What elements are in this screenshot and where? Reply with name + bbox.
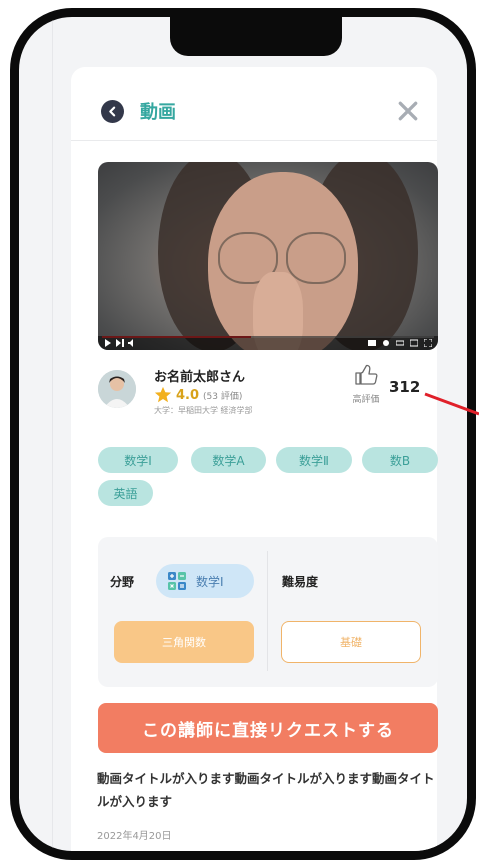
settings-icon[interactable] [382,339,390,347]
video-player[interactable] [98,162,438,350]
theater-icon[interactable] [396,339,404,347]
volume-icon[interactable] [128,339,137,347]
thumbs-up-icon [355,364,378,385]
back-button[interactable] [101,100,124,123]
subject-pill[interactable]: 数学Ⅰ [156,564,254,598]
avatar-image [98,370,136,408]
avatar[interactable] [98,370,136,408]
play-icon[interactable] [104,339,112,347]
header: 動画 [71,67,437,141]
next-icon[interactable] [116,339,124,347]
tag-item[interactable]: 数学Ⅰ [98,447,178,473]
close-button[interactable] [393,96,423,126]
teacher-university: 大学：早稲田大学 経済学部 [154,406,253,415]
panel-divider [267,551,268,671]
video-title: 動画タイトルが入ります動画タイトルが入ります動画タイトルが入ります [97,771,435,809]
tag-item[interactable]: 英語 [98,480,153,506]
tag-item[interactable]: 数学Ⅱ [276,447,352,473]
rating: 4.0 (53 評価) [154,386,242,404]
teacher-name[interactable]: お名前太郎さん [154,366,245,385]
video-date: 2022年4月20日 [97,831,172,842]
like-label: 高評価 [352,395,380,405]
rating-count: (53 評価) [203,391,243,402]
topic-button[interactable]: 三角関数 [114,621,254,663]
request-teacher-button[interactable]: この講師に直接リクエストする [98,703,438,753]
teacher-info: お名前太郎さん 4.0 (53 評価) 大学：早稲田大学 経済学部 高評価 31… [98,364,438,434]
like-button[interactable]: 高評価 [348,364,384,405]
subject-name: 数学Ⅰ [196,574,224,589]
tag-item[interactable]: 数学A [191,447,266,473]
subtitles-icon[interactable] [368,339,376,347]
star-icon [154,386,172,403]
like-count: 312 [389,378,421,396]
fullscreen-icon[interactable] [424,339,432,347]
phone-notch [170,17,342,56]
cast-icon[interactable] [410,339,418,347]
video-detail-card: 動画 お名前太郎さん 4.0 (53 評価) 大学：早稲田大学 経済学部 高評価… [71,67,438,851]
field-label: 分野 [110,575,135,589]
rating-value: 4.0 [176,387,200,403]
difficulty-label: 難易度 [282,575,319,589]
field-panel: 分野 数学Ⅰ 難易度 三角関数 基礎 [98,537,438,687]
back-arrow-icon [109,106,116,117]
phone-frame: 動画 お名前太郎さん 4.0 (53 評価) 大学：早稲田大学 経済学部 高評価… [10,8,476,860]
background-divider [52,17,53,851]
subject-icon [168,572,186,590]
close-icon [398,101,418,121]
video-controls [98,336,438,350]
page-title: 動画 [140,102,176,123]
level-button[interactable]: 基礎 [281,621,421,663]
tag-item[interactable]: 数B [362,447,438,473]
